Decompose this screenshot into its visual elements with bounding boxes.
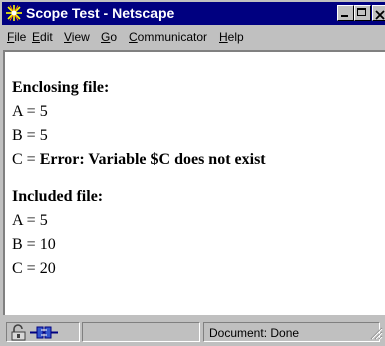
included-heading: Included file:: [12, 188, 104, 205]
maximize-button[interactable]: [354, 5, 371, 21]
enclosing-b-line: B = 5: [12, 127, 48, 144]
title-bar[interactable]: Scope Test - Netscape: [2, 2, 385, 25]
menu-communicator[interactable]: Communicator: [129, 30, 207, 44]
netscape-logo-icon: [5, 4, 23, 22]
connection-icon[interactable]: [30, 326, 58, 342]
browser-window: Scope Test - Netscape File Edit View Go …: [0, 0, 385, 346]
status-bar: Document: Done: [2, 322, 385, 344]
menu-edit[interactable]: Edit: [32, 30, 53, 44]
page-content[interactable]: Enclosing file: A = 5 B = 5 C = Error: V…: [3, 50, 385, 315]
status-icons-panel: [6, 322, 80, 342]
resize-grip-icon[interactable]: [369, 326, 383, 343]
enclosing-heading: Enclosing file:: [12, 79, 110, 96]
window-title: Scope Test - Netscape: [26, 5, 175, 21]
menu-view[interactable]: View: [64, 30, 90, 44]
maximize-icon: [357, 8, 366, 16]
menu-help[interactable]: Help: [219, 30, 244, 44]
error-message: Error: Variable $C does not exist: [39, 151, 266, 168]
close-button[interactable]: [372, 5, 385, 21]
status-text-panel: Document: Done: [203, 322, 380, 342]
enclosing-c-prefix: C =: [12, 151, 40, 168]
included-c-line: C = 20: [12, 260, 56, 277]
status-text: Document: Done: [209, 326, 300, 340]
menu-bar: File Edit View Go Communicator Help: [2, 26, 385, 48]
menu-file[interactable]: File: [7, 30, 26, 44]
security-lock-icon[interactable]: [10, 324, 28, 344]
progress-panel: [82, 322, 200, 342]
document-body: Enclosing file: A = 5 B = 5 C = Error: V…: [12, 76, 266, 281]
minimize-icon: [341, 15, 348, 17]
enclosing-c-line: C = Error: Variable $C does not exist: [12, 148, 266, 172]
included-a-line: A = 5: [12, 212, 48, 229]
close-icon: [375, 7, 385, 25]
enclosing-a-line: A = 5: [12, 103, 48, 120]
included-b-line: B = 10: [12, 236, 56, 253]
minimize-button[interactable]: [337, 5, 354, 21]
menu-go[interactable]: Go: [101, 30, 117, 44]
